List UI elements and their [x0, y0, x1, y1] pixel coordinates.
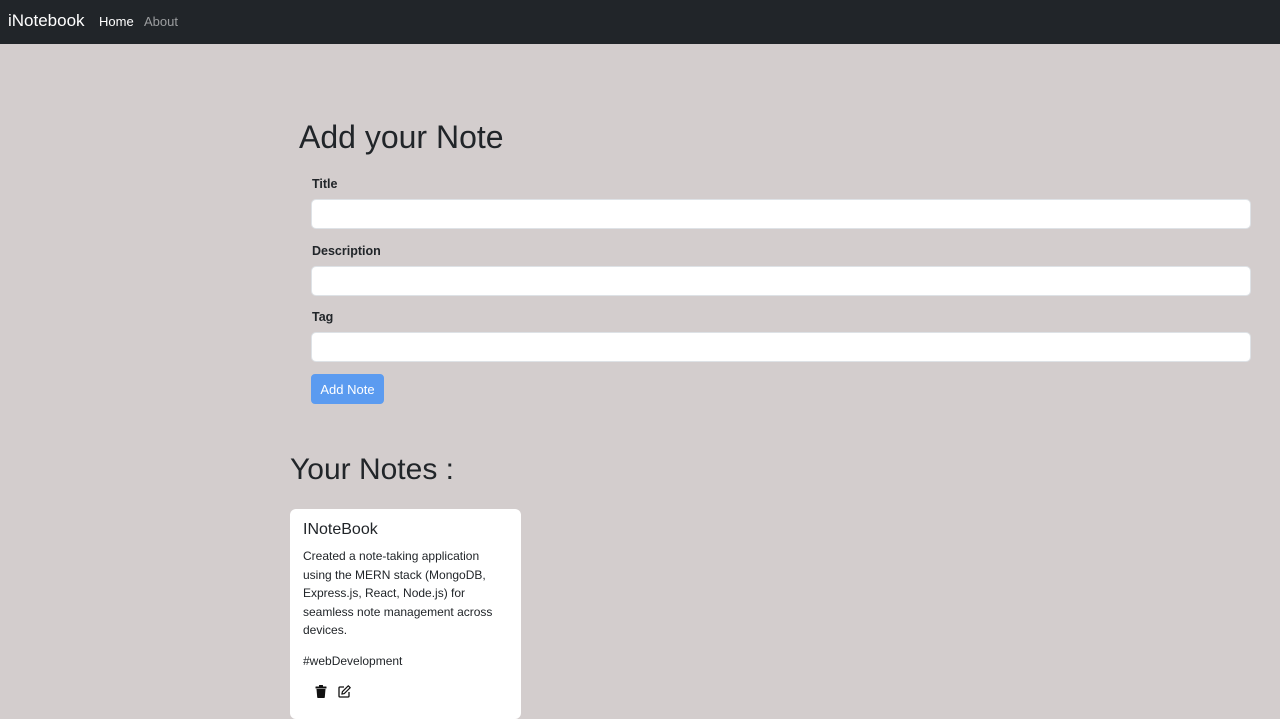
description-label: Description — [312, 244, 381, 258]
nav-link-about[interactable]: About — [144, 14, 178, 29]
add-note-button[interactable]: Add Note — [311, 374, 384, 404]
title-label: Title — [312, 177, 338, 191]
tag-label: Tag — [312, 310, 334, 324]
tag-input[interactable] — [311, 332, 1251, 362]
nav-link-home[interactable]: Home — [99, 14, 134, 29]
brand-logo[interactable]: iNotebook — [8, 11, 85, 31]
navbar: iNotebook Home About — [0, 0, 1280, 44]
description-input[interactable] — [311, 266, 1251, 296]
note-tag: #webDevelopment — [303, 654, 403, 668]
note-card: INoteBook Created a note-taking applicat… — [290, 509, 521, 719]
add-note-heading: Add your Note — [299, 119, 504, 155]
your-notes-heading: Your Notes : — [290, 453, 454, 486]
trash-icon[interactable] — [313, 683, 329, 699]
edit-icon[interactable] — [336, 683, 352, 699]
note-title: INoteBook — [303, 521, 378, 538]
note-description: Created a note-taking application using … — [303, 549, 493, 637]
title-input[interactable] — [311, 199, 1251, 229]
